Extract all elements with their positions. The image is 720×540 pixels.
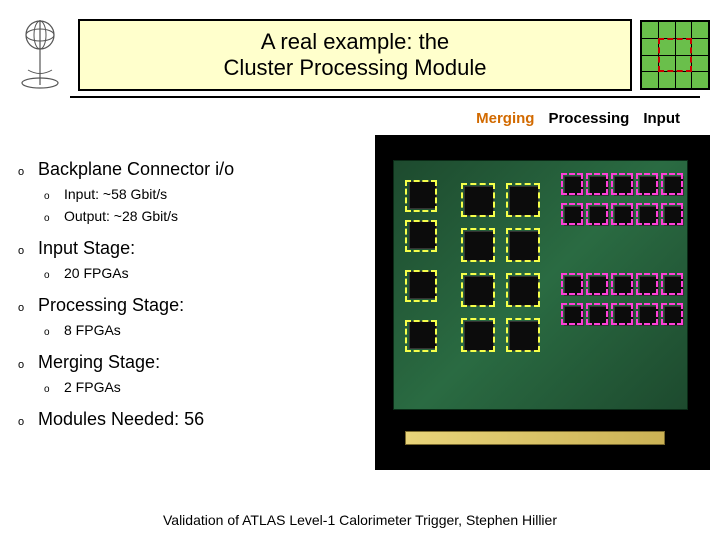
subitem-text: 8 FPGAs bbox=[64, 322, 370, 338]
bullet-list: o Backplane Connector i/o o Input: ~58 G… bbox=[10, 145, 370, 436]
pcb-board bbox=[393, 160, 688, 410]
header: A real example: the Cluster Processing M… bbox=[10, 10, 710, 100]
list-item: o 20 FPGAs bbox=[10, 265, 370, 281]
region-labels: Merging Processing Input bbox=[476, 110, 680, 127]
bullet-icon: o bbox=[10, 384, 64, 395]
slide-title: A real example: the Cluster Processing M… bbox=[78, 19, 632, 92]
board-photo bbox=[375, 135, 710, 470]
list-item: o 8 FPGAs bbox=[10, 322, 370, 338]
title-line-2: Cluster Processing Module bbox=[224, 55, 487, 80]
section-input-stage: o Input Stage: bbox=[10, 238, 370, 259]
grid-logo-icon bbox=[640, 20, 710, 90]
bullet-icon: o bbox=[10, 302, 38, 314]
bullet-icon: o bbox=[10, 270, 64, 281]
heading-text: Input Stage: bbox=[38, 238, 370, 259]
bullet-icon: o bbox=[10, 416, 38, 428]
subitem-text: Output: ~28 Gbit/s bbox=[64, 208, 370, 224]
atlas-logo-icon bbox=[10, 15, 70, 95]
section-processing-stage: o Processing Stage: bbox=[10, 295, 370, 316]
bullet-icon: o bbox=[10, 359, 38, 371]
section-backplane: o Backplane Connector i/o bbox=[10, 159, 370, 180]
list-item: o Input: ~58 Gbit/s bbox=[10, 186, 370, 202]
divider bbox=[70, 96, 700, 98]
label-processing: Processing bbox=[548, 110, 629, 127]
bullet-icon: o bbox=[10, 213, 64, 224]
bullet-icon: o bbox=[10, 166, 38, 178]
footer-text: Validation of ATLAS Level-1 Calorimeter … bbox=[0, 512, 720, 528]
section-merging-stage: o Merging Stage: bbox=[10, 352, 370, 373]
bullet-icon: o bbox=[10, 245, 38, 257]
section-modules-needed: o Modules Needed: 56 bbox=[10, 409, 370, 430]
subitem-text: 20 FPGAs bbox=[64, 265, 370, 281]
bullet-icon: o bbox=[10, 191, 64, 202]
ruler-icon bbox=[405, 431, 665, 445]
subitem-text: Input: ~58 Gbit/s bbox=[64, 186, 370, 202]
bullet-icon: o bbox=[10, 327, 64, 338]
label-input: Input bbox=[643, 110, 680, 127]
label-merging: Merging bbox=[476, 110, 534, 127]
heading-text: Backplane Connector i/o bbox=[38, 159, 370, 180]
subitem-text: 2 FPGAs bbox=[64, 379, 370, 395]
list-item: o Output: ~28 Gbit/s bbox=[10, 208, 370, 224]
title-line-1: A real example: the bbox=[261, 29, 449, 54]
heading-text: Merging Stage: bbox=[38, 352, 370, 373]
list-item: o 2 FPGAs bbox=[10, 379, 370, 395]
heading-text: Modules Needed: 56 bbox=[38, 409, 370, 430]
heading-text: Processing Stage: bbox=[38, 295, 370, 316]
